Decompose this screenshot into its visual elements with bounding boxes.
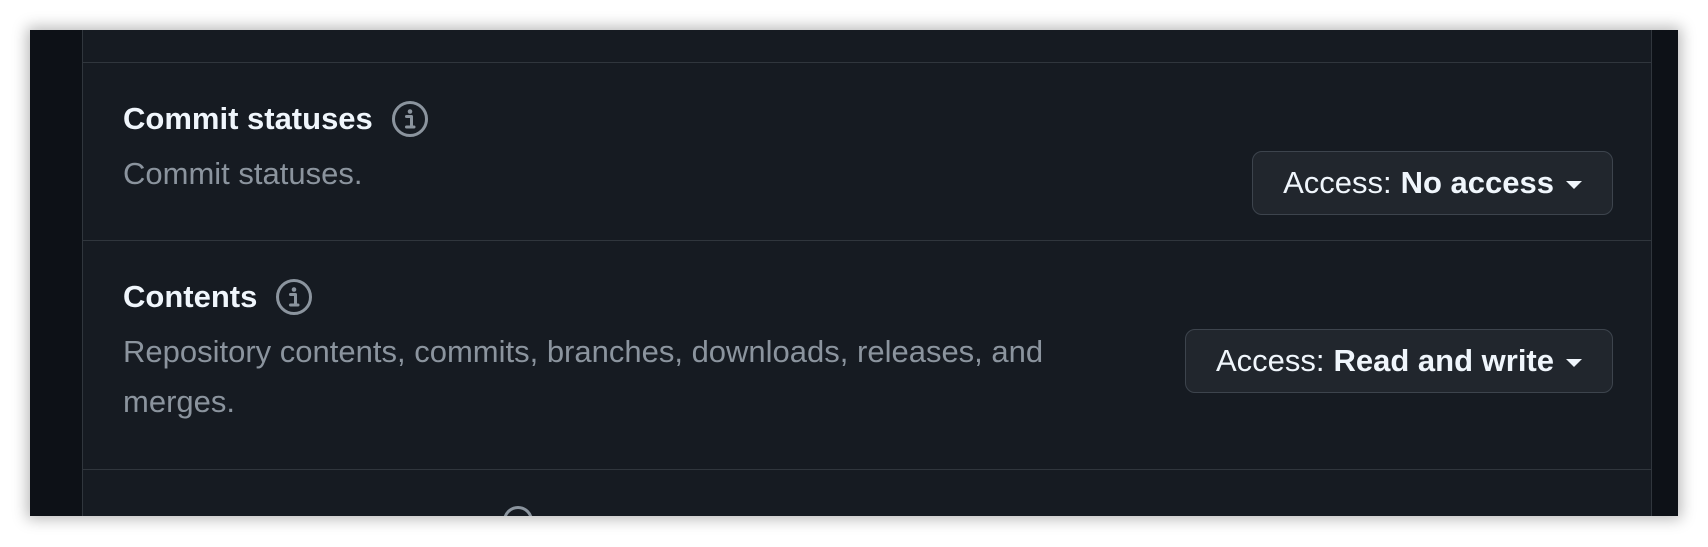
permission-row-commit-statuses: Commit statuses Commit statuses. Access:… [83,63,1651,240]
access-label: Access: [1215,343,1325,378]
info-icon[interactable] [275,278,313,316]
permission-title-group: Commit statuses [123,99,429,139]
permission-description: Repository contents, commits, branches, … [123,334,1044,419]
row-divider [83,469,1651,470]
access-dropdown-button[interactable]: Access: No access [1252,151,1613,215]
triangle-down-icon [1566,358,1582,367]
permission-title: Contents [123,279,258,314]
access-value: Read and write [1333,343,1555,378]
info-icon[interactable] [391,100,429,138]
settings-window: Commit statuses Commit statuses. Access:… [30,30,1678,516]
access-value: No access [1400,165,1554,200]
access-dropdown-button[interactable]: Access: Read and write [1184,329,1613,393]
triangle-down-icon [1566,180,1582,189]
info-icon [503,506,533,516]
permission-title-group: Contents [123,277,313,317]
permission-description: Commit statuses. [123,156,363,191]
permission-row-contents: Contents Repository contents, commits, b… [83,241,1651,469]
access-label: Access: [1283,165,1392,200]
permissions-panel: Commit statuses Commit statuses. Access:… [82,30,1652,516]
permission-title: Commit statuses [123,101,373,136]
